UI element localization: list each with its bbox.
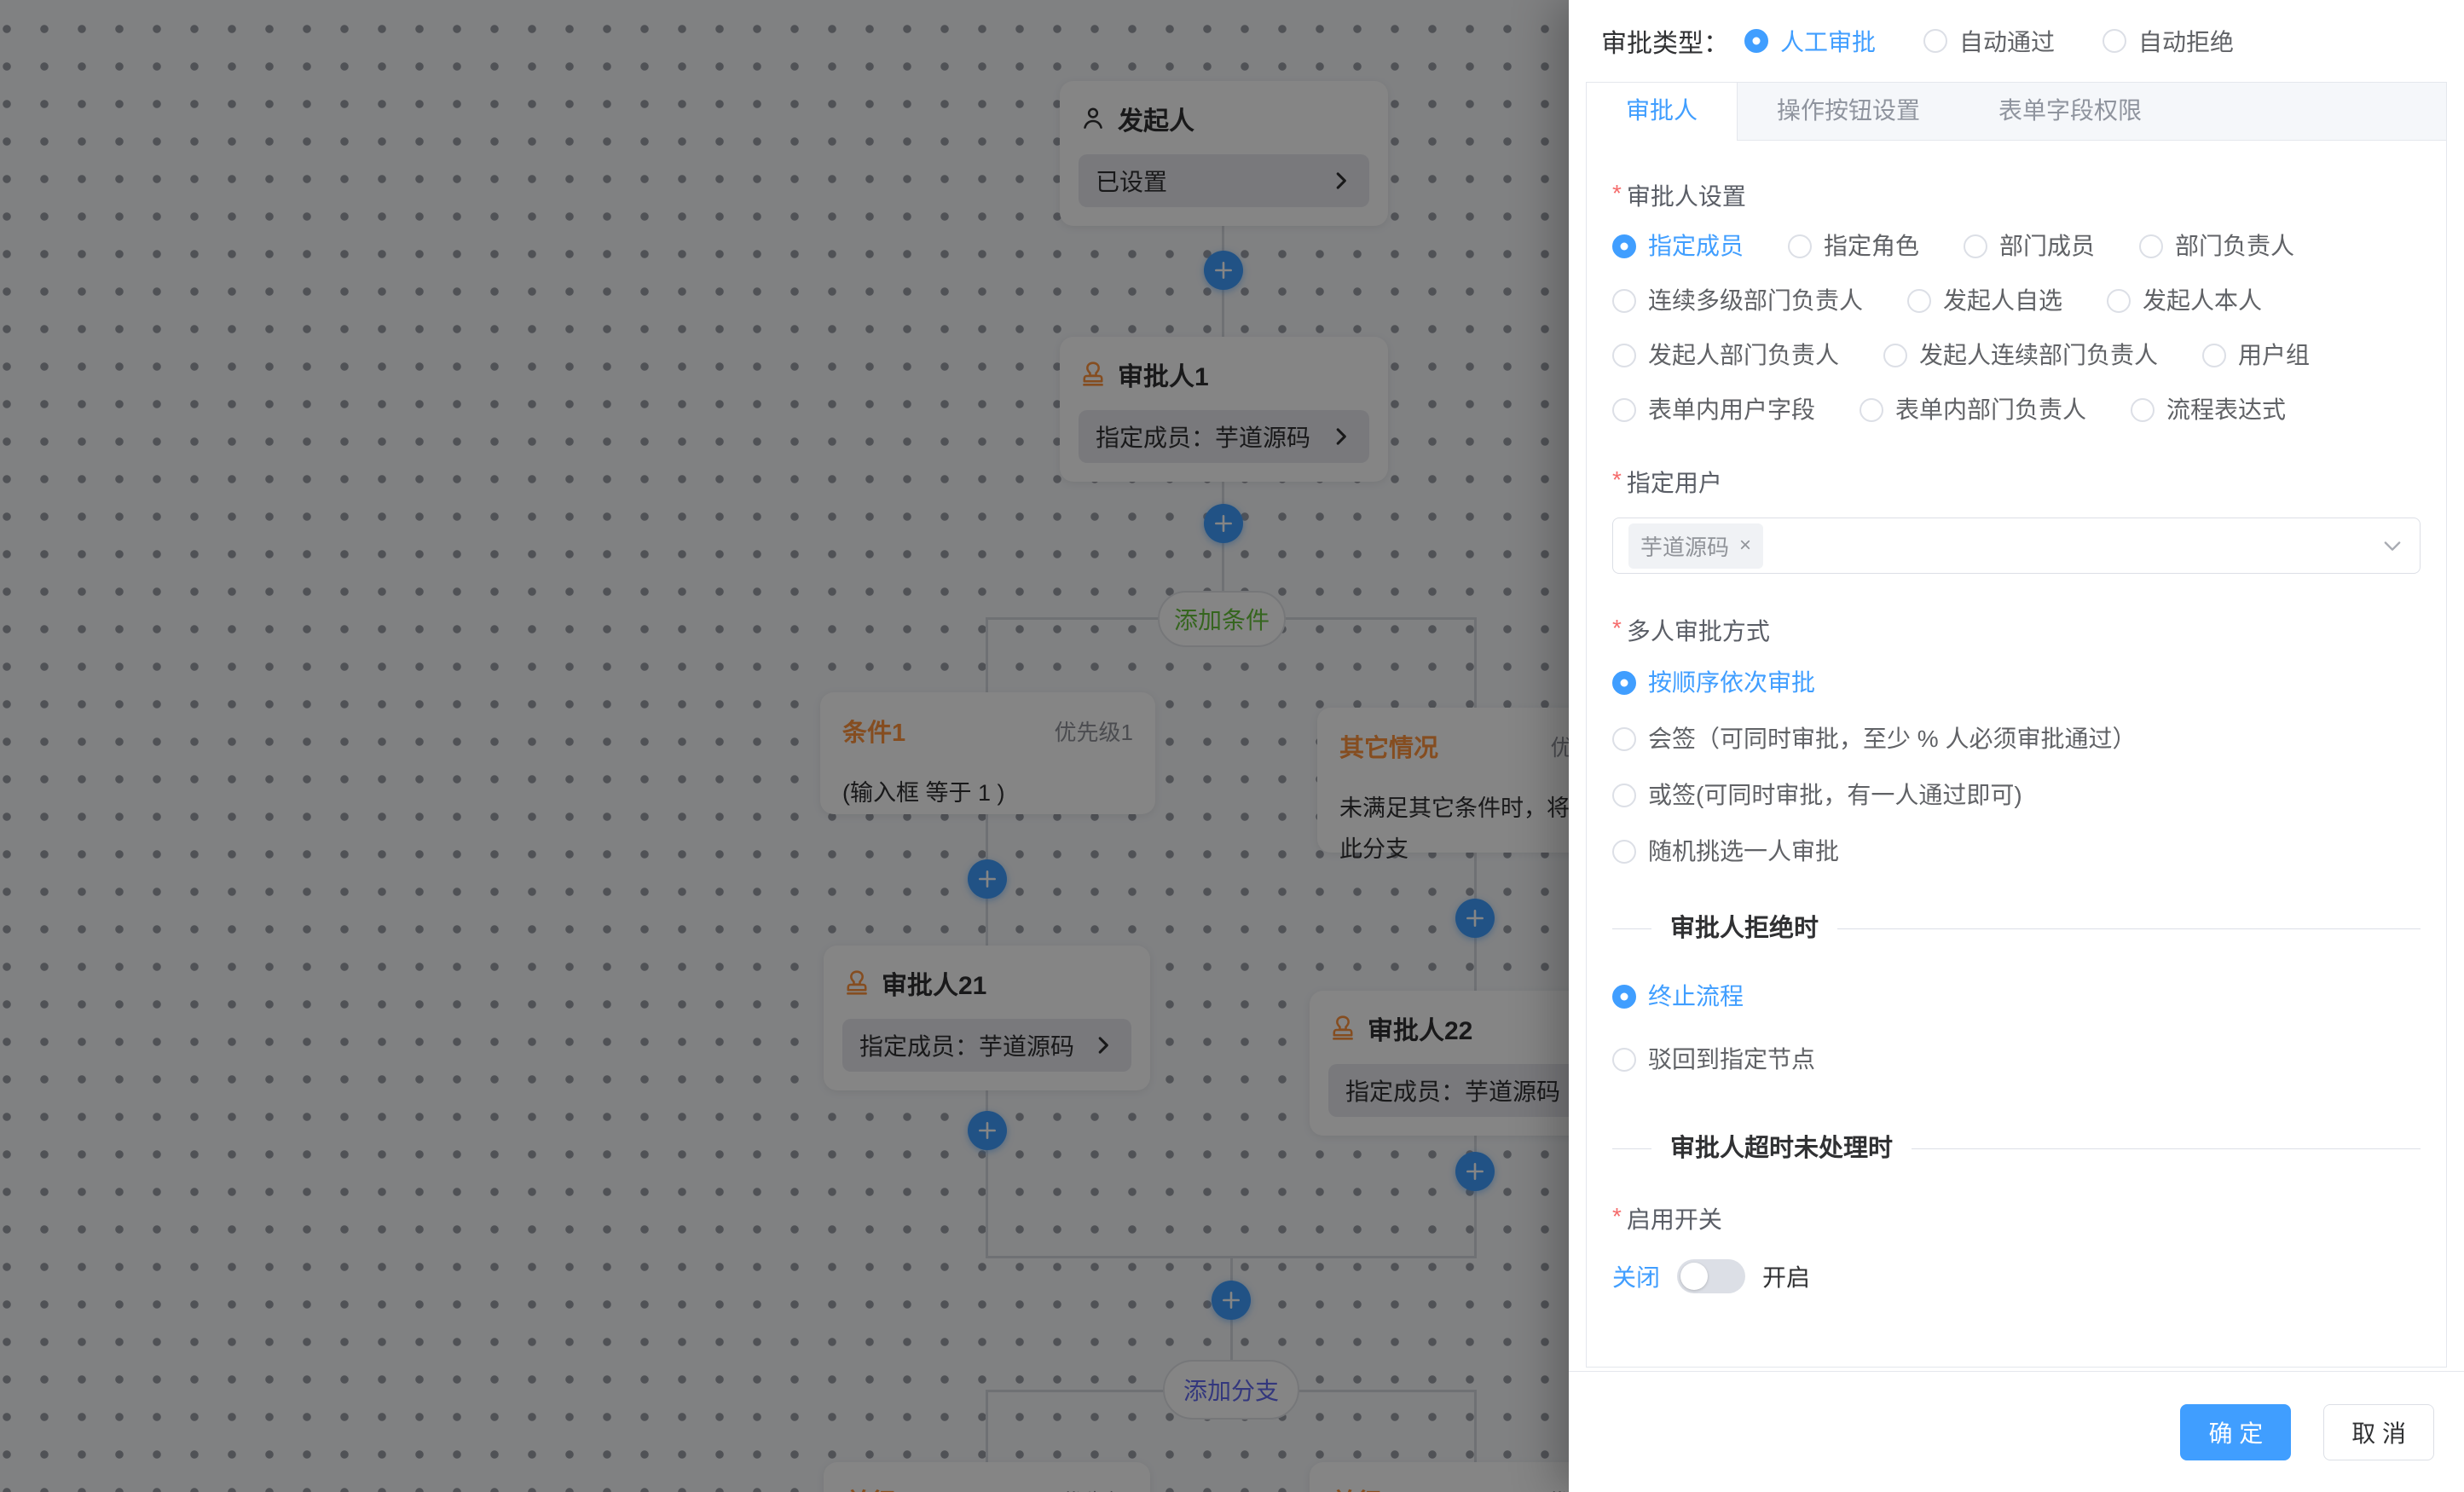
- radio-form-user-field[interactable]: 表单内用户字段: [1612, 395, 1815, 425]
- divider-line: [1912, 1148, 2421, 1149]
- switch-off-label: 关闭: [1612, 1259, 1660, 1293]
- radio-dot: [1612, 727, 1636, 751]
- radio-initiator-multi-dept-leader[interactable]: 发起人连续部门负责人: [1883, 340, 2158, 371]
- approve-type-row: 审批类型： 人工审批 自动通过 自动拒绝: [1569, 0, 2464, 82]
- radio-process-expression[interactable]: 流程表达式: [2131, 395, 2286, 425]
- radio-dot: [1612, 289, 1636, 313]
- timeout-toggle[interactable]: [1677, 1259, 1745, 1293]
- timeout-section-divider: 审批人超时未处理时: [1612, 1131, 2421, 1165]
- tab-bar: 审批人 操作按钮设置 表单字段权限: [1587, 83, 2446, 141]
- reject-section-divider: 审批人拒绝时: [1612, 911, 2421, 946]
- divider-line: [1837, 928, 2421, 929]
- radio-auto-reject[interactable]: 自动拒绝: [2102, 24, 2234, 58]
- radio-dot: [2202, 344, 2226, 367]
- radio-dot: [1612, 344, 1636, 367]
- radio-dot: [1744, 29, 1768, 53]
- multi-mode-label: * 多人审批方式: [1612, 613, 2421, 647]
- radio-dot: [1883, 344, 1907, 367]
- required-asterisk: *: [1612, 178, 1622, 205]
- radio-dot: [2107, 289, 2131, 313]
- radio-dot: [1923, 29, 1947, 53]
- radio-dept-member[interactable]: 部门成员: [1964, 231, 2095, 262]
- radio-user-group[interactable]: 用户组: [2202, 340, 2310, 371]
- approve-type-label: 审批类型：: [1601, 22, 1729, 60]
- timeout-section-title: 审批人超时未处理时: [1670, 1131, 1893, 1165]
- confirm-button[interactable]: 确 定: [2180, 1404, 2291, 1460]
- radio-dot: [2131, 398, 2155, 422]
- radio-dot: [1612, 398, 1636, 422]
- switch-on-label: 开启: [1762, 1259, 1810, 1293]
- radio-dot: [1612, 840, 1636, 864]
- radio-form-dept-leader[interactable]: 表单内部门负责人: [1860, 395, 2086, 425]
- assign-user-label: * 指定用户: [1612, 465, 2421, 499]
- config-tabs-container: 审批人 操作按钮设置 表单字段权限 * 审批人设置 指定成员 指定角色 部门成员…: [1586, 82, 2447, 1368]
- radio-dot: [1860, 398, 1883, 422]
- chevron-down-icon: [2380, 534, 2404, 558]
- radio-dot: [1612, 985, 1636, 1009]
- enable-switch-label: * 启用开关: [1612, 1201, 2421, 1235]
- radio-sequential-approve[interactable]: 按顺序依次审批: [1612, 668, 1815, 698]
- radio-assign-member[interactable]: 指定成员: [1612, 231, 1744, 262]
- radio-dot: [1612, 671, 1636, 695]
- radio-dept-leader[interactable]: 部门负责人: [2139, 231, 2294, 262]
- approver-form: * 审批人设置 指定成员 指定角色 部门成员 部门负责人 连续多级部门负责人 发…: [1587, 141, 2446, 1321]
- radio-dot: [1907, 289, 1931, 313]
- assign-user-select[interactable]: 芋道源码 ×: [1612, 518, 2421, 574]
- cancel-button[interactable]: 取 消: [2323, 1404, 2434, 1460]
- tab-approver[interactable]: 审批人: [1587, 83, 1738, 141]
- required-asterisk: *: [1612, 613, 1622, 640]
- radio-dot: [1612, 234, 1636, 258]
- approver-setting-label: * 审批人设置: [1612, 178, 2421, 212]
- radio-return-to-node[interactable]: 驳回到指定节点: [1612, 1044, 1815, 1075]
- required-asterisk: *: [1612, 465, 1622, 492]
- approver-config-drawer: 审批类型： 人工审批 自动通过 自动拒绝 审批人 操作按钮设置 表单字段权限 *…: [1569, 0, 2464, 1492]
- timeout-switch-row: 关闭 开启: [1612, 1259, 2421, 1293]
- required-asterisk: *: [1612, 1201, 1622, 1229]
- tab-form-field-permission[interactable]: 表单字段权限: [1959, 83, 2181, 140]
- radio-initiator-choose[interactable]: 发起人自选: [1907, 286, 2062, 316]
- radio-terminate-process[interactable]: 终止流程: [1612, 981, 1744, 1012]
- radio-dot: [1612, 1048, 1636, 1072]
- remove-tag-icon[interactable]: ×: [1739, 534, 1751, 558]
- divider-line: [1612, 1148, 1651, 1149]
- tab-button-settings[interactable]: 操作按钮设置: [1738, 83, 1959, 140]
- selected-user-tag: 芋道源码 ×: [1628, 523, 1763, 569]
- radio-multi-level-dept-leader[interactable]: 连续多级部门负责人: [1612, 286, 1863, 316]
- radio-initiator-self[interactable]: 发起人本人: [2107, 286, 2262, 316]
- radio-dot: [1612, 784, 1636, 807]
- divider-line: [1612, 928, 1651, 929]
- radio-orsign[interactable]: 或签(可同时审批，有一人通过即可): [1612, 780, 2022, 811]
- radio-random-one[interactable]: 随机挑选一人审批: [1612, 836, 1839, 867]
- radio-auto-pass[interactable]: 自动通过: [1923, 24, 2055, 58]
- radio-countersign[interactable]: 会签（可同时审批，至少 % 人必须审批通过）: [1612, 724, 2136, 755]
- reject-section-title: 审批人拒绝时: [1670, 911, 1819, 946]
- radio-manual-approve[interactable]: 人工审批: [1744, 24, 1876, 58]
- radio-dot: [2139, 234, 2163, 258]
- drawer-footer: 确 定 取 消: [1569, 1371, 2464, 1492]
- radio-dot: [1788, 234, 1812, 258]
- radio-dot: [1964, 234, 1987, 258]
- radio-assign-role[interactable]: 指定角色: [1788, 231, 1919, 262]
- radio-dot: [2102, 29, 2126, 53]
- radio-initiator-dept-leader[interactable]: 发起人部门负责人: [1612, 340, 1839, 371]
